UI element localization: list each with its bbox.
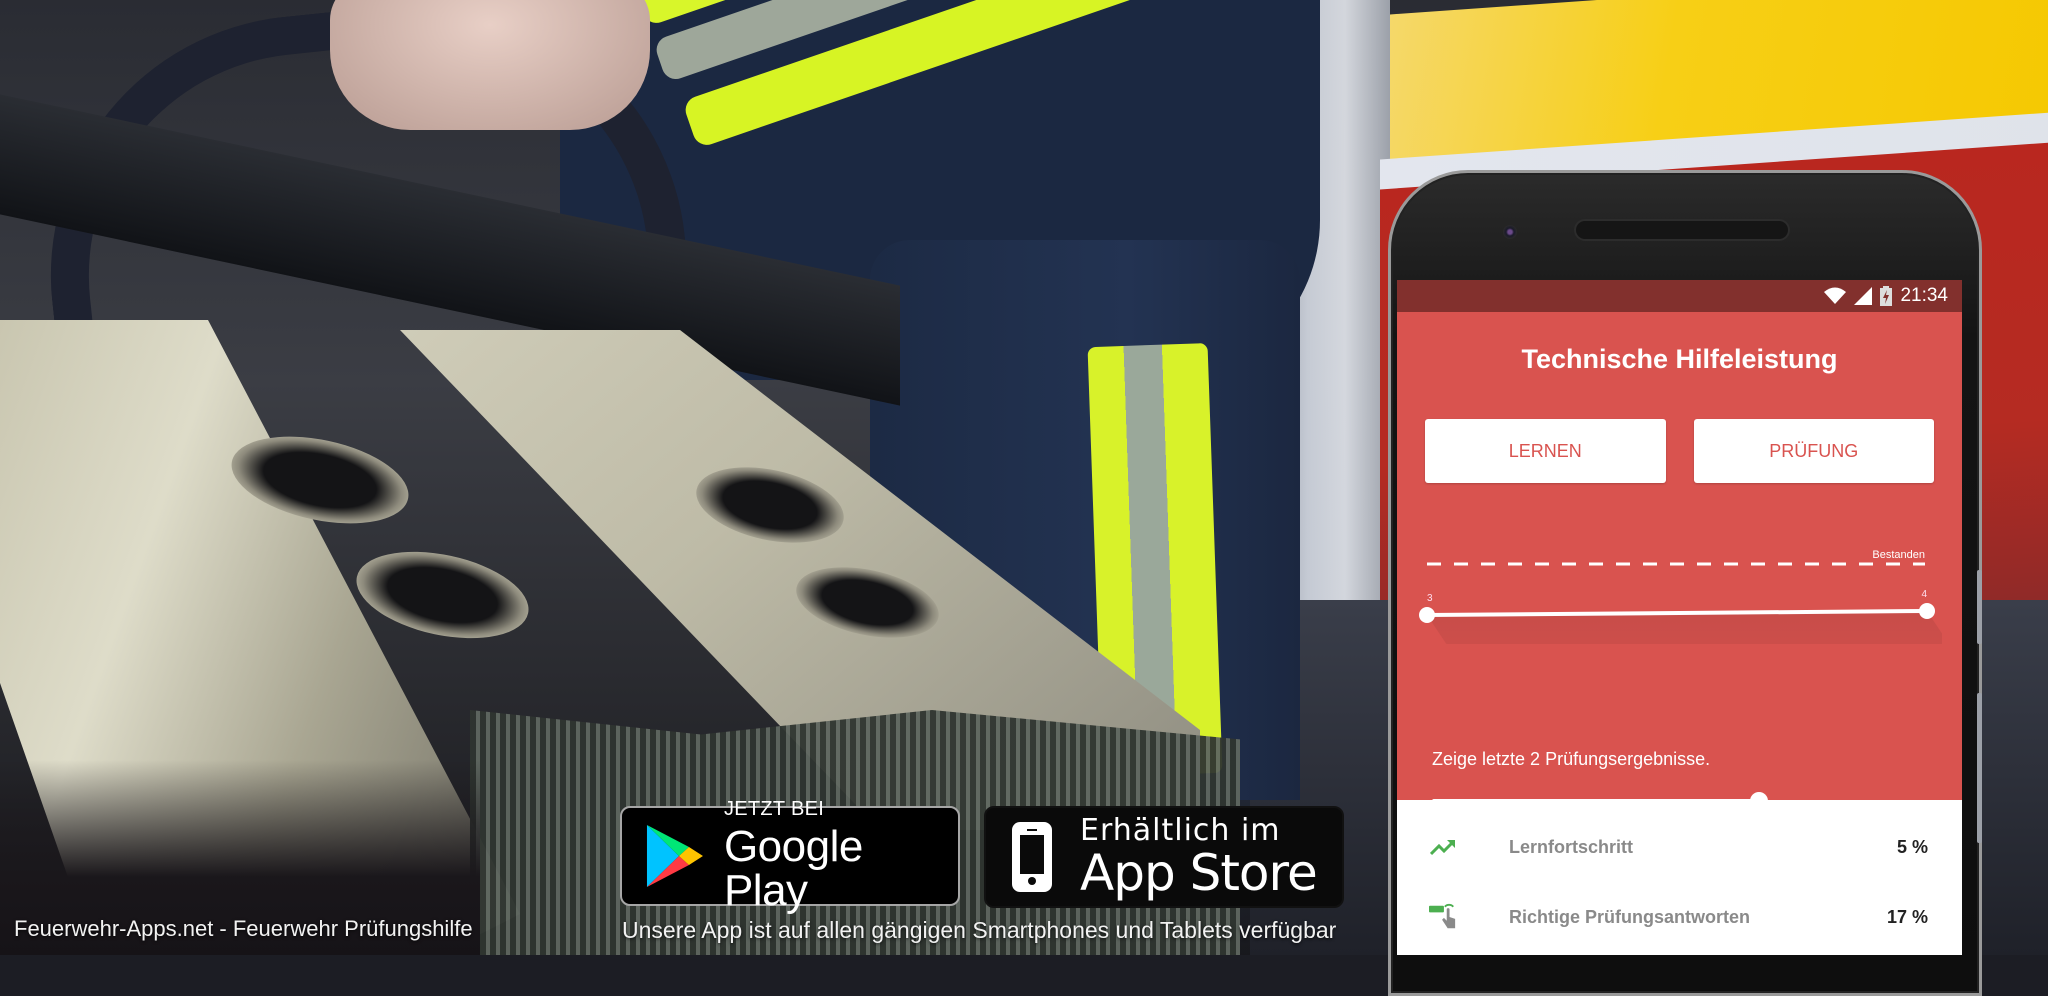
app-title: Technische Hilfeleistung: [1521, 344, 1838, 374]
touch-answer-icon: [1429, 903, 1457, 931]
earpiece-speaker: [1576, 221, 1788, 239]
pass-limit-label: Bestanden: [1872, 549, 1925, 561]
status-time: 21:34: [1900, 285, 1948, 306]
chart-point-label: 3: [1427, 593, 1433, 604]
app-store-small-text: Erhältlich im: [1080, 813, 1281, 848]
chart-point: [1919, 603, 1935, 619]
app-header-panel: Technische Hilfeleistung LERNEN PRÜFUNG …: [1397, 312, 1962, 810]
google-play-badge[interactable]: JETZT BEI Google Play: [620, 799, 960, 913]
result-count-slider[interactable]: [1432, 792, 1927, 810]
hand: [330, 0, 650, 130]
wifi-icon: [1824, 287, 1847, 304]
exam-results-chart: Bestanden 3 4: [1419, 549, 1942, 644]
stat-label: Lernfortschritt: [1509, 836, 1634, 857]
signal-icon: [1854, 287, 1873, 305]
learn-button[interactable]: LERNEN: [1425, 419, 1666, 483]
stat-value: 5 %: [1896, 836, 1928, 857]
exam-button[interactable]: PRÜFUNG: [1693, 419, 1934, 483]
chart-point-label: 4: [1921, 589, 1927, 600]
battery-charging-icon: [1880, 286, 1893, 306]
chart-point: [1419, 607, 1435, 623]
stat-label: Richtige Prüfungsantworten: [1509, 906, 1751, 927]
app-store-badge[interactable]: Erhältlich im App Store: [984, 806, 1344, 908]
iphone-icon: [1012, 822, 1052, 892]
google-play-big-text: Google Play: [723, 822, 863, 915]
slider-thumb[interactable]: [1749, 792, 1768, 810]
google-play-small-text: JETZT BEI: [723, 798, 825, 820]
app-store-big-text: App Store: [1080, 844, 1318, 902]
status-bar: 21:34: [1397, 280, 1962, 312]
trending-up-icon: [1429, 833, 1457, 861]
stat-value: 17 %: [1886, 906, 1928, 927]
front-camera: [1503, 225, 1517, 239]
stat-row-learning-progress: Lernfortschritt 5 %: [1397, 812, 1962, 882]
availability-caption: Unsere App ist auf allen gängigen Smartp…: [622, 917, 1337, 943]
google-play-icon: [646, 825, 703, 887]
slider-fill: [1432, 799, 1759, 803]
site-caption: Feuerwehr-Apps.net - Feuerwehr Prüfungsh…: [14, 916, 473, 941]
stats-list: Lernfortschritt 5 % Richtige Prüfungsant…: [1397, 812, 1962, 952]
power-button: [1977, 693, 1982, 843]
result-filter-text: Zeige letzte 2 Prüfungsergebnisse.: [1432, 749, 1711, 769]
phone-screen: 21:34 Technische Hilfeleistung LERNEN PR…: [1397, 280, 1962, 955]
volume-button: [1977, 570, 1982, 644]
stat-row-correct-answers: Richtige Prüfungsantworten 17 %: [1397, 882, 1962, 952]
